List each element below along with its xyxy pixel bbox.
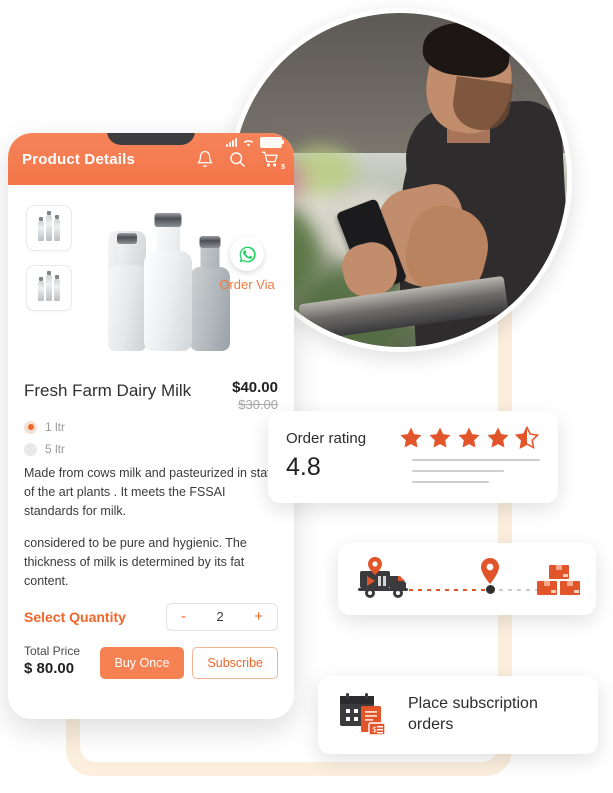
subscription-text-line1: Place subscription bbox=[408, 695, 538, 713]
product-variant-list: 1 ltr 5 ltr bbox=[24, 420, 278, 456]
phone-header-row: Product Details 5 bbox=[8, 150, 294, 172]
checkout-buttons: Buy Once Subscribe bbox=[99, 646, 278, 679]
order-rating-bottom: 4.8 bbox=[286, 455, 540, 492]
search-icon[interactable] bbox=[228, 150, 246, 168]
milk-bottles-icon bbox=[38, 271, 60, 301]
subscription-text-line2: orders bbox=[408, 716, 454, 733]
product-details-phone-card: Product Details 5 Order Via Fresh Farm D… bbox=[8, 133, 294, 719]
star-half-icon bbox=[514, 425, 540, 449]
checkout-row: Total Price $ 80.00 Buy Once Subscribe bbox=[24, 643, 278, 683]
packages-icon bbox=[537, 565, 580, 595]
delivery-tracking-inner bbox=[338, 543, 596, 615]
phone-notch bbox=[107, 133, 195, 145]
total-price-value: $ 80.00 bbox=[24, 659, 75, 677]
calendar-invoice-icon: $ bbox=[340, 693, 386, 736]
svg-text:$: $ bbox=[372, 725, 377, 734]
radio-unselected-icon[interactable] bbox=[24, 442, 37, 456]
product-title-row: Fresh Farm Dairy Milk $40.00 $30.00 bbox=[24, 379, 278, 412]
variant-option-5ltr[interactable]: 5 ltr bbox=[24, 442, 278, 456]
product-thumbnail[interactable] bbox=[26, 205, 72, 251]
product-title: Fresh Farm Dairy Milk bbox=[24, 381, 192, 400]
total-price-group: Total Price $ 80.00 bbox=[24, 643, 80, 679]
order-via-label: Order Via bbox=[219, 277, 275, 292]
description-paragraph: Made from cows milk and pasteurized in s… bbox=[24, 466, 278, 518]
wifi-icon bbox=[243, 140, 254, 147]
whatsapp-icon[interactable] bbox=[230, 237, 264, 271]
order-rating-top: Order rating bbox=[286, 425, 540, 451]
variant-label: 5 ltr bbox=[45, 442, 66, 456]
star-filled-icon bbox=[487, 427, 509, 448]
phone-header: Product Details 5 bbox=[8, 133, 294, 185]
header-icon-group: 5 bbox=[196, 150, 285, 171]
quantity-stepper[interactable]: - 2 + bbox=[166, 602, 278, 631]
quantity-increment-button[interactable]: + bbox=[250, 609, 267, 624]
product-price-old: $30.00 bbox=[238, 397, 278, 412]
variant-option-1ltr[interactable]: 1 ltr bbox=[24, 420, 278, 434]
star-rating bbox=[398, 425, 540, 451]
milk-bottle-center bbox=[144, 211, 192, 351]
bell-icon[interactable] bbox=[196, 150, 214, 168]
product-image-area: Order Via bbox=[8, 185, 294, 375]
select-quantity-label: Select Quantity bbox=[24, 608, 126, 625]
milk-bottle-left bbox=[108, 231, 146, 351]
order-via-whatsapp[interactable]: Order Via bbox=[210, 237, 284, 292]
subscribe-button[interactable]: Subscribe bbox=[192, 646, 278, 679]
total-price-label: Total Price bbox=[24, 643, 81, 658]
battery-icon bbox=[260, 137, 284, 148]
product-thumbnail-list bbox=[26, 205, 72, 311]
cart-icon[interactable]: 5 bbox=[260, 150, 285, 171]
milk-bottles-icon bbox=[38, 211, 60, 241]
quantity-row: Select Quantity - 2 + bbox=[24, 602, 278, 631]
star-filled-icon bbox=[400, 427, 422, 448]
variant-label: 1 ltr bbox=[45, 420, 66, 434]
product-price-current: $40.00 bbox=[232, 379, 278, 396]
description-paragraph: considered to be pure and hygienic. The … bbox=[24, 536, 247, 588]
buy-once-button[interactable]: Buy Once bbox=[99, 646, 185, 679]
product-description: Made from cows milk and pasteurized in s… bbox=[24, 464, 278, 591]
star-filled-icon bbox=[429, 427, 451, 448]
phone-status-bar bbox=[226, 137, 284, 148]
rating-placeholder-lines bbox=[412, 459, 540, 492]
signal-icon bbox=[226, 138, 237, 147]
product-info: Fresh Farm Dairy Milk $40.00 $30.00 1 lt… bbox=[8, 379, 294, 683]
place-subscription-orders-card[interactable]: $ Place subscription orders bbox=[318, 676, 598, 754]
order-rating-value: 4.8 bbox=[286, 453, 321, 481]
map-pin-icon bbox=[481, 558, 499, 584]
delivery-tracking-card bbox=[338, 543, 596, 615]
order-rating-card: Order rating 4.8 bbox=[268, 411, 558, 503]
delivery-truck-icon bbox=[358, 557, 408, 598]
star-filled-icon bbox=[458, 427, 480, 448]
product-thumbnail[interactable] bbox=[26, 265, 72, 311]
product-price-group: $40.00 $30.00 bbox=[224, 379, 278, 412]
quantity-decrement-button[interactable]: - bbox=[177, 609, 190, 624]
order-rating-label: Order rating bbox=[286, 429, 367, 447]
radio-selected-icon[interactable] bbox=[24, 420, 37, 434]
cart-badge: 5 bbox=[281, 164, 285, 171]
subscription-card-text: Place subscription orders bbox=[408, 694, 538, 736]
quantity-value: 2 bbox=[216, 609, 224, 624]
page-title: Product Details bbox=[22, 150, 136, 168]
whatsapp-glyph bbox=[239, 246, 256, 262]
